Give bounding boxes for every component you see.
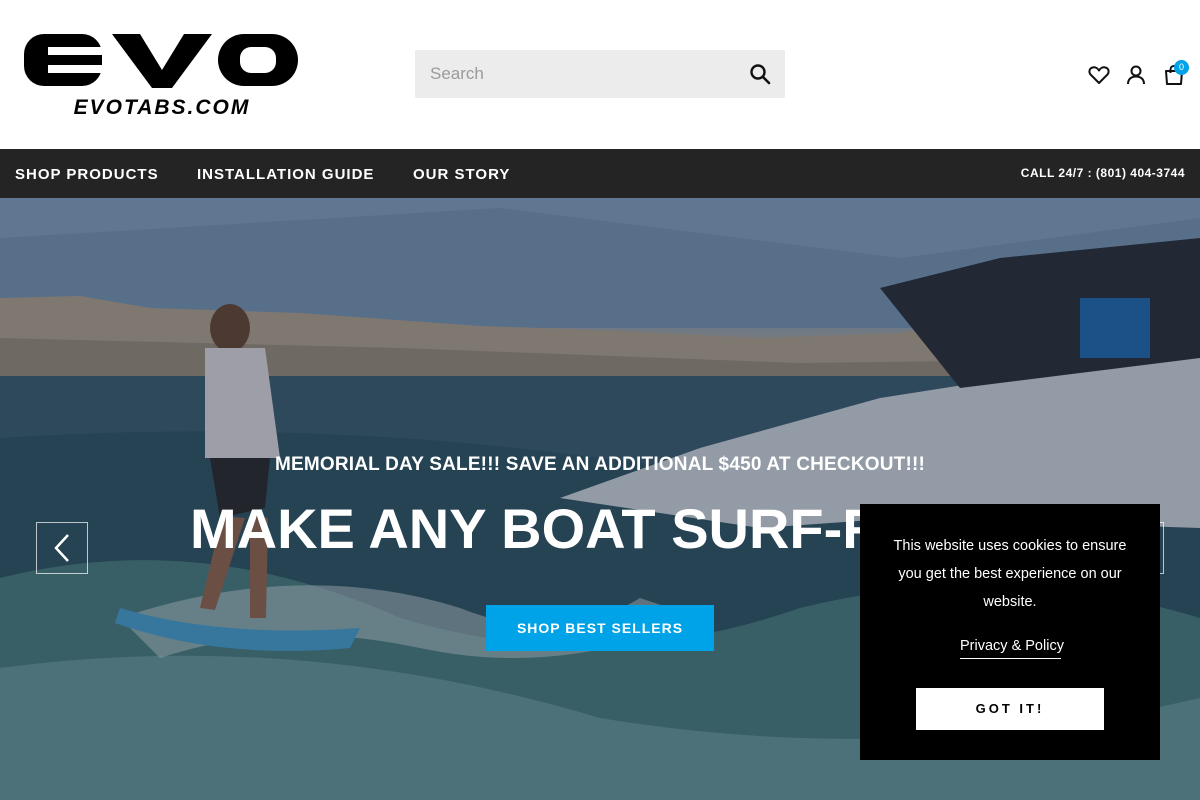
user-icon[interactable] [1124,63,1148,87]
cart-count-badge: 0 [1174,60,1189,75]
chevron-left-icon [54,534,69,562]
main-nav: SHOP PRODUCTS INSTALLATION GUIDE OUR STO… [0,149,1200,198]
search-icon[interactable] [749,63,771,85]
evo-logo[interactable]: EVOTABS.COM [22,30,302,120]
nav-item-our-story[interactable]: OUR STORY [413,166,510,183]
shop-best-sellers-button[interactable]: SHOP BEST SELLERS [486,605,714,651]
nav-item-shop-products[interactable]: SHOP PRODUCTS [15,166,159,183]
hero-sale-text: MEMORIAL DAY SALE!!! SAVE AN ADDITIONAL … [274,454,926,475]
heart-icon[interactable] [1087,63,1111,87]
cookie-accept-button[interactable]: GOT IT! [916,688,1104,730]
slider-prev-button[interactable] [36,522,88,574]
cookie-message: This website uses cookies to ensure you … [893,538,1127,610]
search-input[interactable] [415,50,735,98]
call-phone-link[interactable]: CALL 24/7 : (801) 404-3744 [1021,166,1185,180]
privacy-policy-link[interactable]: Privacy & Policy [960,638,1064,659]
search-bar [415,50,785,98]
logo-subtext: EVOTABS.COM [74,96,251,119]
nav-item-installation-guide[interactable]: INSTALLATION GUIDE [197,166,374,183]
hero-title: MAKE ANY BOAT SURF-R [190,497,883,560]
site-header: EVOTABS.COM 0 [0,0,1200,149]
